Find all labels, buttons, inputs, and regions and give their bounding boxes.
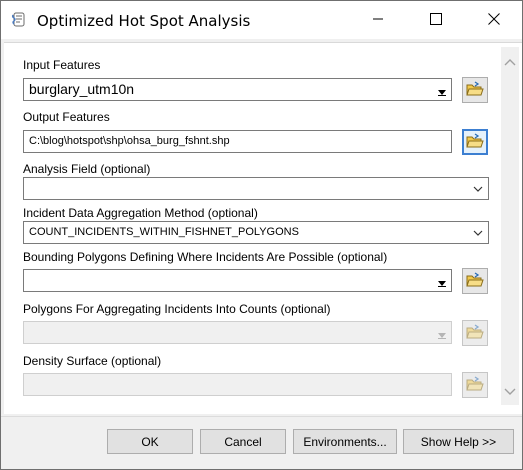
- maximize-button[interactable]: [407, 1, 465, 39]
- ok-button[interactable]: OK: [107, 429, 193, 454]
- open-folder-icon: [466, 375, 484, 395]
- vertical-scrollbar[interactable]: [501, 47, 519, 405]
- close-icon: [488, 12, 500, 28]
- analysis-field-label: Analysis Field (optional): [23, 162, 151, 176]
- input-features-combo[interactable]: burglary_utm10n: [23, 78, 452, 101]
- input-features-value: burglary_utm10n: [29, 81, 135, 97]
- chevron-down-icon: [472, 227, 484, 239]
- aggregation-method-label: Incident Data Aggregation Method (option…: [23, 206, 258, 220]
- aggregating-polygons-browse-button[interactable]: [462, 320, 488, 346]
- python-script-tool-icon: [11, 11, 29, 29]
- scroll-up-arrow-icon[interactable]: [504, 55, 516, 69]
- aggregation-method-value: COUNT_INCIDENTS_WITHIN_FISHNET_POLYGONS: [29, 226, 299, 238]
- minimize-button[interactable]: [349, 1, 407, 39]
- aggregating-polygons-combo[interactable]: [23, 321, 452, 344]
- environments-button[interactable]: Environments...: [293, 429, 397, 454]
- close-button[interactable]: [465, 1, 523, 39]
- cancel-button[interactable]: Cancel: [200, 429, 286, 454]
- density-surface-browse-button[interactable]: [462, 372, 488, 398]
- aggregation-method-combo[interactable]: COUNT_INCIDENTS_WITHIN_FISHNET_POLYGONS: [23, 221, 489, 244]
- tool-dialog-window: Optimized Hot Spot Analysis Input Featur…: [0, 0, 523, 470]
- parameters-panel: Input Features burglary_utm10n Output Fe…: [4, 42, 522, 414]
- aggregating-polygons-label: Polygons For Aggregating Incidents Into …: [23, 302, 331, 316]
- input-features-browse-button[interactable]: [462, 77, 488, 103]
- output-features-input[interactable]: C:\blog\hotspot\shp\ohsa_burg_fshnt.shp: [23, 130, 452, 153]
- open-folder-icon: [466, 323, 484, 343]
- open-folder-icon: [466, 271, 484, 291]
- bounding-polygons-dropdown[interactable]: [434, 271, 450, 290]
- show-help-button[interactable]: Show Help >>: [403, 429, 514, 454]
- input-features-dropdown[interactable]: [434, 80, 450, 99]
- input-features-label: Input Features: [23, 58, 101, 72]
- dialog-footer: OK Cancel Environments... Show Help >>: [1, 416, 522, 469]
- minimize-icon: [372, 13, 384, 28]
- window-title: Optimized Hot Spot Analysis: [37, 12, 251, 30]
- output-features-label: Output Features: [23, 110, 110, 124]
- density-surface-input[interactable]: [23, 373, 452, 396]
- analysis-field-combo[interactable]: [23, 177, 489, 200]
- aggregating-polygons-dropdown[interactable]: [434, 323, 450, 342]
- dropdown-underline: [438, 286, 446, 287]
- output-features-value: C:\blog\hotspot\shp\ohsa_burg_fshnt.shp: [29, 135, 230, 147]
- maximize-icon: [430, 12, 442, 28]
- bounding-polygons-browse-button[interactable]: [462, 268, 488, 294]
- open-folder-icon: [466, 132, 484, 152]
- density-surface-label: Density Surface (optional): [23, 354, 162, 368]
- title-bar[interactable]: Optimized Hot Spot Analysis: [1, 1, 522, 39]
- output-features-browse-button[interactable]: [462, 129, 488, 155]
- bounding-polygons-label: Bounding Polygons Defining Where Inciden…: [23, 250, 388, 264]
- dropdown-underline: [438, 338, 446, 339]
- chevron-down-icon: [472, 183, 484, 195]
- open-folder-icon: [466, 80, 484, 100]
- bounding-polygons-combo[interactable]: [23, 269, 452, 292]
- dropdown-underline: [438, 95, 446, 96]
- scroll-down-arrow-icon[interactable]: [504, 385, 516, 399]
